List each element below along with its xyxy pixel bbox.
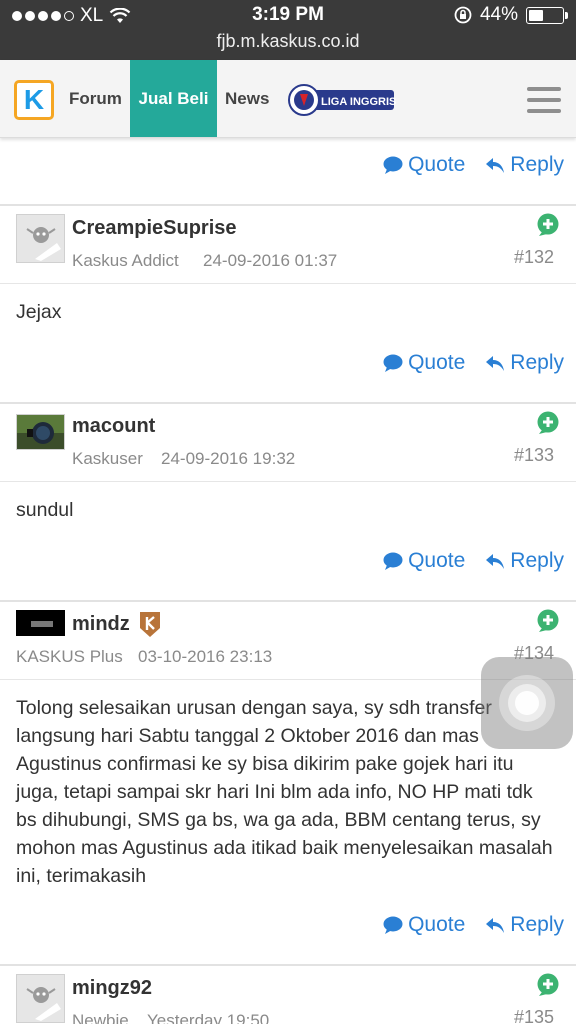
watch-photo-avatar bbox=[17, 415, 64, 449]
post-body: Jejax bbox=[16, 301, 62, 323]
reply-label: Reply bbox=[510, 153, 564, 176]
post-body: Tolong selesaikan urusan dengan saya, sy… bbox=[16, 697, 553, 887]
post-number[interactable]: #135 bbox=[514, 1007, 554, 1024]
add-friend-icon[interactable] bbox=[536, 213, 560, 237]
speech-bubble-icon bbox=[383, 156, 403, 174]
reply-label: Reply bbox=[510, 549, 564, 572]
liga-inggris-logo[interactable]: LIGA INGGRIS bbox=[288, 84, 396, 116]
user-rank: KASKUS Plus bbox=[16, 647, 123, 666]
quote-button[interactable]: Quote bbox=[383, 913, 465, 937]
hamburger-menu-icon[interactable] bbox=[527, 87, 561, 113]
post-body: sundul bbox=[16, 499, 74, 521]
post-date: 24-09-2016 19:32 bbox=[161, 449, 296, 468]
avatar[interactable] bbox=[16, 214, 65, 263]
assistive-touch-button[interactable] bbox=[481, 657, 573, 749]
post-header: macount Kaskuser 24-09-2016 19:32 #133 bbox=[0, 404, 576, 482]
speech-bubble-icon bbox=[383, 916, 403, 934]
quote-button[interactable]: Quote bbox=[383, 549, 465, 573]
quote-label: Quote bbox=[408, 153, 466, 176]
battery-area: 44% bbox=[454, 4, 568, 26]
tab-news[interactable]: News bbox=[225, 60, 269, 137]
reply-arrow-icon bbox=[486, 918, 505, 933]
add-friend-icon[interactable] bbox=[536, 973, 560, 997]
user-rank: Newbie bbox=[72, 1011, 129, 1024]
username[interactable]: macount bbox=[72, 415, 155, 438]
quote-button[interactable]: Quote bbox=[383, 153, 465, 177]
default-avatar-icon bbox=[17, 215, 64, 262]
reply-label: Reply bbox=[510, 351, 564, 374]
username[interactable]: CreampieSuprise bbox=[72, 217, 237, 240]
reply-arrow-icon bbox=[486, 554, 505, 569]
rotation-lock-icon bbox=[454, 6, 472, 24]
post-date: 03-10-2016 23:13 bbox=[138, 647, 273, 666]
reply-button[interactable]: Reply bbox=[485, 549, 564, 573]
post-header: CreampieSuprise Kaskus Addict 24-09-2016… bbox=[0, 206, 576, 284]
quote-label: Quote bbox=[408, 351, 466, 374]
reply-label: Reply bbox=[510, 913, 564, 936]
site-header: K Forum Jual Beli News LIGA INGGRIS bbox=[0, 60, 576, 138]
status-bar: XL 3:19 PM 44% fjb.m.kaskus.co.id bbox=[0, 0, 576, 60]
user-rank: Kaskuser bbox=[72, 449, 143, 468]
quote-label: Quote bbox=[408, 549, 466, 572]
post-header: mingz92 Newbie Yesterday 19:50 #135 bbox=[0, 966, 576, 1024]
avatar[interactable] bbox=[16, 974, 65, 1023]
reply-arrow-icon bbox=[486, 356, 505, 371]
post-actions: Quote Reply bbox=[383, 153, 564, 177]
post-number[interactable]: #132 bbox=[514, 247, 554, 268]
quote-button[interactable]: Quote bbox=[383, 351, 465, 375]
black-banner-avatar bbox=[17, 611, 64, 635]
user-rank: Kaskus Addict bbox=[72, 251, 179, 270]
post-actions: Quote Reply bbox=[383, 913, 564, 937]
speech-bubble-icon bbox=[383, 552, 403, 570]
header-divider bbox=[0, 481, 576, 482]
avatar[interactable] bbox=[16, 414, 65, 450]
tab-forum[interactable]: Forum bbox=[69, 60, 122, 137]
avatar[interactable] bbox=[16, 610, 65, 636]
tab-jual-beli[interactable]: Jual Beli bbox=[130, 60, 217, 137]
username[interactable]: mindz bbox=[72, 613, 130, 636]
post-actions: Quote Reply bbox=[383, 549, 564, 573]
quote-label: Quote bbox=[408, 913, 466, 936]
reply-button[interactable]: Reply bbox=[485, 153, 564, 177]
post-actions: Quote Reply bbox=[383, 351, 564, 375]
post-date: Yesterday 19:50 bbox=[147, 1011, 270, 1024]
default-avatar-icon bbox=[17, 975, 64, 1022]
kaskus-plus-badge-icon bbox=[140, 612, 160, 637]
battery-icon bbox=[526, 6, 568, 24]
url-bar[interactable]: fjb.m.kaskus.co.id bbox=[0, 31, 576, 52]
battery-percent: 44% bbox=[479, 4, 518, 25]
speech-bubble-icon bbox=[383, 354, 403, 372]
header-divider bbox=[0, 283, 576, 284]
add-friend-icon[interactable] bbox=[536, 609, 560, 633]
post-number[interactable]: #133 bbox=[514, 445, 554, 466]
reply-arrow-icon bbox=[486, 158, 505, 173]
add-friend-icon[interactable] bbox=[536, 411, 560, 435]
post-date: 24-09-2016 01:37 bbox=[203, 251, 338, 270]
reply-button[interactable]: Reply bbox=[485, 913, 564, 937]
liga-logo-text: LIGA INGGRIS bbox=[321, 96, 396, 108]
username[interactable]: mingz92 bbox=[72, 977, 152, 1000]
kaskus-logo[interactable]: K bbox=[14, 80, 54, 120]
reply-button[interactable]: Reply bbox=[485, 351, 564, 375]
